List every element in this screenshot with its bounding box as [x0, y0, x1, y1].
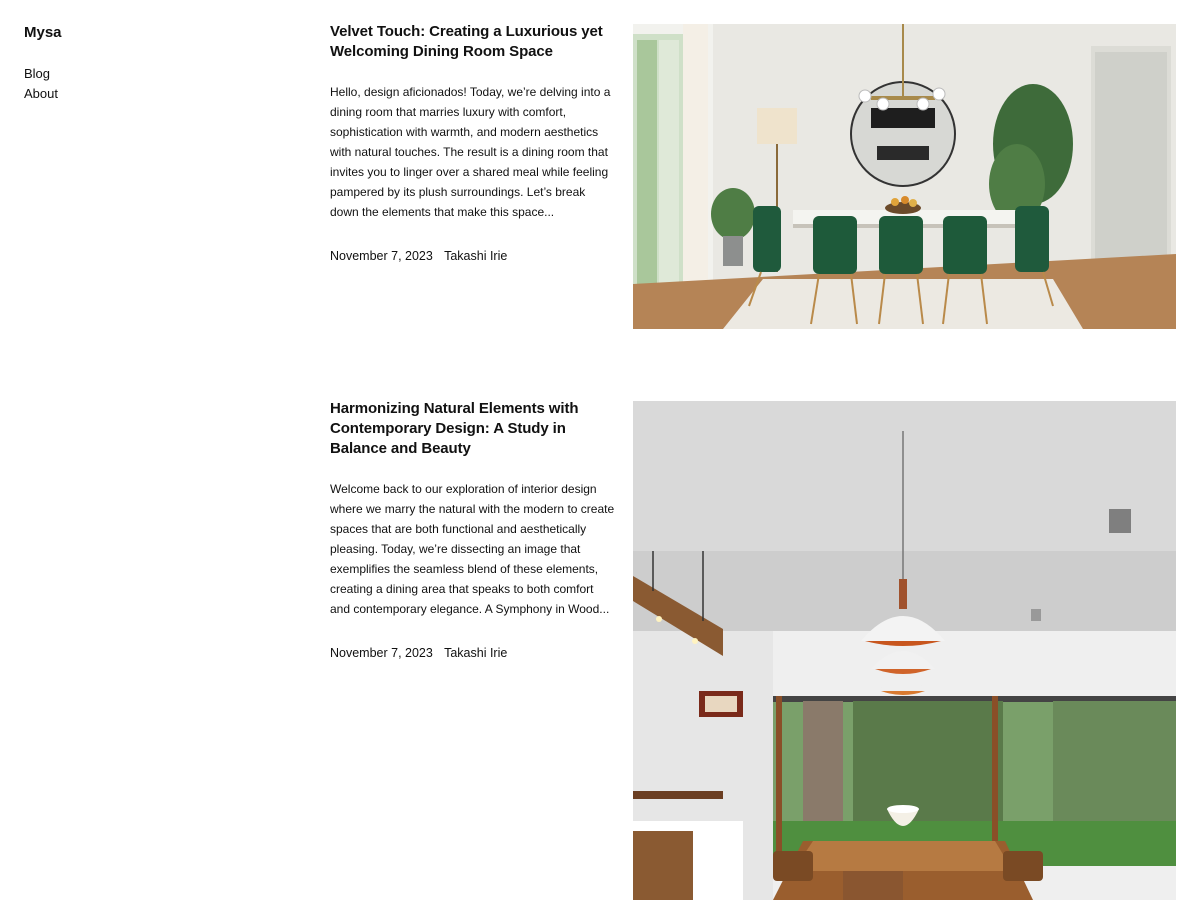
post-excerpt: Hello, design aficionados! Today, we’re …: [330, 85, 611, 219]
dining-room-image: [633, 24, 1176, 329]
nav-item-about[interactable]: About: [24, 84, 224, 104]
post-title[interactable]: Harmonizing Natural Elements with Contem…: [330, 399, 615, 459]
post-text: Harmonizing Natural Elements with Contem…: [330, 399, 615, 663]
post-card: Harmonizing Natural Elements with Contem…: [330, 399, 1176, 900]
nav-item-blog[interactable]: Blog: [24, 64, 224, 84]
post-excerpt: Welcome back to our exploration of inter…: [330, 482, 615, 616]
post-meta: November 7, 2023 Takashi Irie: [330, 246, 615, 266]
post-card: Velvet Touch: Creating a Luxurious yet W…: [330, 22, 1176, 330]
primary-nav: Blog About: [24, 64, 224, 104]
post-featured-image[interactable]: [633, 24, 1176, 329]
sidebar: Mysa Blog About: [24, 22, 224, 104]
post-text: Velvet Touch: Creating a Luxurious yet W…: [330, 22, 615, 266]
post-title[interactable]: Velvet Touch: Creating a Luxurious yet W…: [330, 22, 615, 62]
post-meta: November 7, 2023 Takashi Irie: [330, 643, 615, 663]
post-author[interactable]: Takashi Irie: [444, 249, 507, 263]
post-featured-image[interactable]: [633, 401, 1176, 900]
site-title[interactable]: Mysa: [24, 22, 224, 44]
dining-area-image: [633, 401, 1176, 900]
post-date[interactable]: November 7, 2023: [330, 249, 433, 263]
post-author[interactable]: Takashi Irie: [444, 646, 507, 660]
post-date[interactable]: November 7, 2023: [330, 646, 433, 660]
